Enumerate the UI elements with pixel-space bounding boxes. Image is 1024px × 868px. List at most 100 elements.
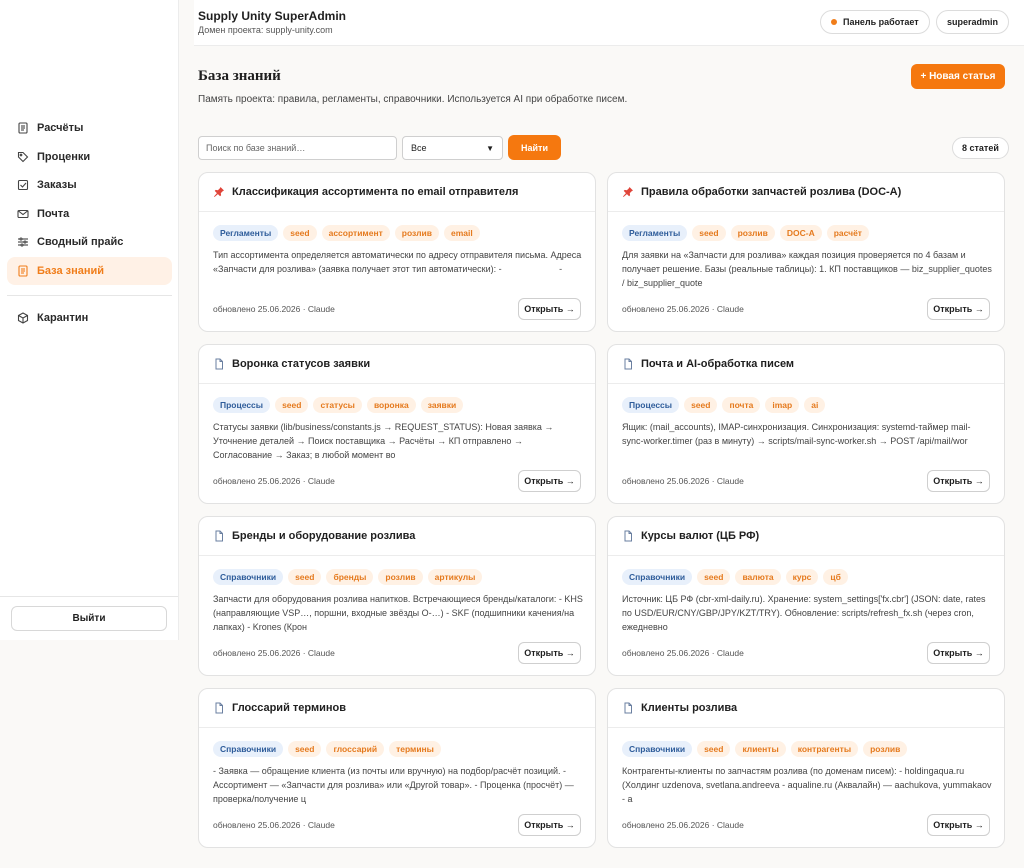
tag[interactable]: бренды xyxy=(326,569,374,585)
card-excerpt: Статусы заявки (lib/business/constants.j… xyxy=(213,422,554,460)
tag[interactable]: imap xyxy=(765,397,800,413)
tag[interactable]: статусы xyxy=(313,397,362,413)
open-button[interactable]: Открыть → xyxy=(927,814,990,836)
card-meta: обновлено 25.06.2026 · Claude xyxy=(213,304,335,314)
tag[interactable]: контрагенты xyxy=(790,741,859,757)
card-title[interactable]: Курсы валют (ЦБ РФ) xyxy=(641,530,759,542)
card-meta: обновлено 25.06.2026 · Claude xyxy=(213,476,335,486)
checkbox-icon xyxy=(17,179,29,191)
article-card: Воронка статусов заявки Процессы seed ст… xyxy=(198,344,596,504)
pin-icon xyxy=(213,186,225,198)
box-icon xyxy=(17,312,29,324)
sidebar-item-label: База знаний xyxy=(37,264,105,277)
card-title[interactable]: Классификация ассортимента по email отпр… xyxy=(232,186,518,198)
tag[interactable]: розлив xyxy=(863,741,908,757)
tag[interactable]: цб xyxy=(823,569,848,585)
logout-button[interactable]: Выйти xyxy=(11,606,167,631)
top-header: Supply Unity SuperAdmin Домен проекта: s… xyxy=(194,0,1024,46)
card-title[interactable]: Почта и AI-обработка писем xyxy=(641,358,794,370)
document-icon xyxy=(622,702,634,714)
tag[interactable]: почта xyxy=(722,397,761,413)
tag[interactable]: seed xyxy=(283,225,317,241)
tag[interactable]: seed xyxy=(288,569,322,585)
document-icon xyxy=(622,530,634,542)
tag[interactable]: глоссарий xyxy=(326,741,385,757)
tag[interactable]: клиенты xyxy=(735,741,786,757)
sidebar-item-mail[interactable]: Почта xyxy=(7,200,172,228)
status-text: Панель работает xyxy=(843,17,919,27)
tag[interactable]: расчёт xyxy=(826,225,869,241)
article-card: Правила обработки запчастей розлива (DOC… xyxy=(607,172,1005,332)
tag[interactable]: воронка xyxy=(366,397,416,413)
tag[interactable]: розлив xyxy=(394,225,439,241)
open-button[interactable]: Открыть → xyxy=(927,642,990,664)
tag[interactable]: DOC-A xyxy=(779,225,822,241)
tag[interactable]: курс xyxy=(785,569,819,585)
card-title[interactable]: Воронка статусов заявки xyxy=(232,358,370,370)
card-excerpt: Ящик: (mail_accounts), IMAP-синхронизаци… xyxy=(622,422,971,446)
category-tag[interactable]: Справочники xyxy=(622,569,693,585)
category-tag[interactable]: Процессы xyxy=(213,397,271,413)
category-tag[interactable]: Справочники xyxy=(622,741,693,757)
card-title[interactable]: Бренды и оборудование розлива xyxy=(232,530,415,542)
card-meta: обновлено 25.06.2026 · Claude xyxy=(622,648,744,658)
card-header: Воронка статусов заявки xyxy=(199,345,595,384)
sidebar-item-calculations[interactable]: Расчёты xyxy=(7,114,172,142)
tag[interactable]: seed xyxy=(275,397,309,413)
open-button[interactable]: Открыть → xyxy=(518,298,581,320)
card-header: Почта и AI-обработка писем xyxy=(608,345,1004,384)
card-title[interactable]: Глоссарий терминов xyxy=(232,702,346,714)
tag[interactable]: артикулы xyxy=(427,569,483,585)
tag[interactable]: заявки xyxy=(420,397,464,413)
sidebar-item-quarantine[interactable]: Карантин xyxy=(7,304,172,332)
sidebar-item-quotes[interactable]: Проценки xyxy=(7,143,172,171)
card-header: Клиенты розлива xyxy=(608,689,1004,728)
tag[interactable]: ai xyxy=(804,397,826,413)
card-tags: Справочники seed глоссарий термины xyxy=(213,741,446,757)
filter-value: Все xyxy=(411,143,427,153)
open-button[interactable]: Открыть → xyxy=(518,814,581,836)
category-tag[interactable]: Процессы xyxy=(622,397,680,413)
sidebar-item-price-list[interactable]: Сводный прайс xyxy=(7,228,172,256)
pin-icon xyxy=(622,186,634,198)
tag[interactable]: валюта xyxy=(735,569,781,585)
card-header: Бренды и оборудование розлива xyxy=(199,517,595,556)
find-button[interactable]: Найти xyxy=(508,135,561,160)
tag[interactable]: seed xyxy=(288,741,322,757)
status-badge: Панель работает xyxy=(820,10,930,34)
tag[interactable]: розлив xyxy=(378,569,423,585)
sidebar-item-orders[interactable]: Заказы xyxy=(7,171,172,199)
tag[interactable]: email xyxy=(444,225,480,241)
sidebar-item-label: Заказы xyxy=(37,179,77,192)
card-title[interactable]: Клиенты розлива xyxy=(641,702,737,714)
article-card: Курсы валют (ЦБ РФ) Справочники seed вал… xyxy=(607,516,1005,676)
card-excerpt: Контрагенты-клиенты по запчастям розлива… xyxy=(622,766,992,804)
tag[interactable]: розлив xyxy=(730,225,775,241)
sidebar-item-knowledge-base[interactable]: База знаний xyxy=(7,256,172,285)
tag-icon xyxy=(17,151,29,163)
card-excerpt: Тип ассортимента определяется автоматиче… xyxy=(213,250,582,274)
card-title[interactable]: Правила обработки запчастей розлива (DOC… xyxy=(641,186,901,198)
tag[interactable]: seed xyxy=(697,741,731,757)
open-button[interactable]: Открыть → xyxy=(927,470,990,492)
card-meta: обновлено 25.06.2026 · Claude xyxy=(622,820,744,830)
category-tag[interactable]: Регламенты xyxy=(213,225,279,241)
tag[interactable]: термины xyxy=(389,741,441,757)
new-article-button[interactable]: + Новая статья xyxy=(911,64,1005,89)
tag[interactable]: seed xyxy=(684,397,718,413)
app-title: Supply Unity SuperAdmin xyxy=(198,9,347,23)
category-tag[interactable]: Справочники xyxy=(213,741,284,757)
open-button[interactable]: Открыть → xyxy=(927,298,990,320)
tag[interactable]: ассортимент xyxy=(321,225,390,241)
tag[interactable]: seed xyxy=(692,225,726,241)
user-badge[interactable]: superadmin xyxy=(936,10,1010,34)
category-tag[interactable]: Регламенты xyxy=(622,225,688,241)
tag[interactable]: seed xyxy=(697,569,731,585)
card-excerpt: - Заявка — обращение клиента (из почты и… xyxy=(213,766,574,804)
search-input[interactable] xyxy=(198,136,397,160)
category-tag[interactable]: Справочники xyxy=(213,569,284,585)
chevron-down-icon: ▼ xyxy=(486,143,494,153)
category-filter-select[interactable]: Все ▼ xyxy=(402,136,503,160)
open-button[interactable]: Открыть → xyxy=(518,470,581,492)
open-button[interactable]: Открыть → xyxy=(518,642,581,664)
